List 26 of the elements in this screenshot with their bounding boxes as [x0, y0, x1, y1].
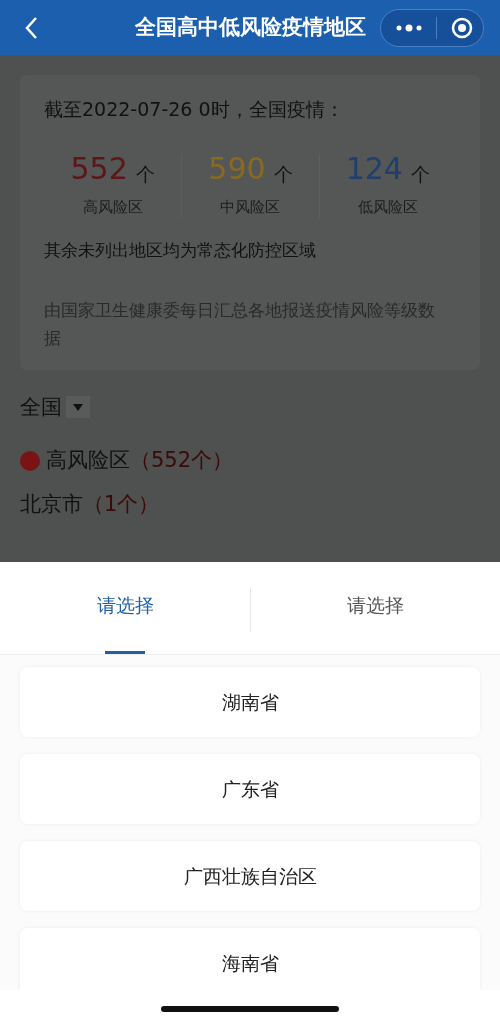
province-option[interactable]: 海南省: [20, 928, 480, 990]
tab-indicator: [105, 651, 145, 654]
summary-note: 其余未列出地区均为常态化防控区域: [44, 239, 317, 262]
province-option[interactable]: 广东省: [20, 754, 480, 824]
picker-tab[interactable]: 请选择: [96, 590, 154, 626]
close-target-icon[interactable]: [451, 16, 473, 39]
picker-tab[interactable]: 请选择: [346, 590, 404, 626]
stat-value: 590: [208, 153, 266, 184]
stat-label: 中风险区: [220, 196, 281, 218]
page-title: 全国高中低风险疫情地区: [135, 13, 366, 41]
stat-label: 高风险区: [82, 196, 143, 218]
city-name: 北京市: [20, 490, 83, 518]
stat-unit: 个: [135, 164, 155, 184]
city-count: （1个）: [83, 490, 160, 518]
summary-heading: 截至2022-07-26 0时，全国疫情：: [44, 97, 345, 122]
stat-label: 低风险区: [357, 196, 418, 218]
stat-unit: 个: [410, 164, 430, 184]
back-icon[interactable]: [24, 15, 38, 40]
province-option[interactable]: 广西壮族自治区: [20, 841, 480, 911]
province-option[interactable]: 湖南省: [20, 667, 480, 737]
stat-unit: 个: [273, 164, 293, 184]
risk-level-label: 高风险区: [46, 447, 130, 474]
dropdown-icon: [73, 403, 83, 411]
stat-value: 552: [70, 153, 128, 184]
risk-count: （552个）: [130, 447, 234, 474]
more-icon[interactable]: [396, 23, 422, 32]
